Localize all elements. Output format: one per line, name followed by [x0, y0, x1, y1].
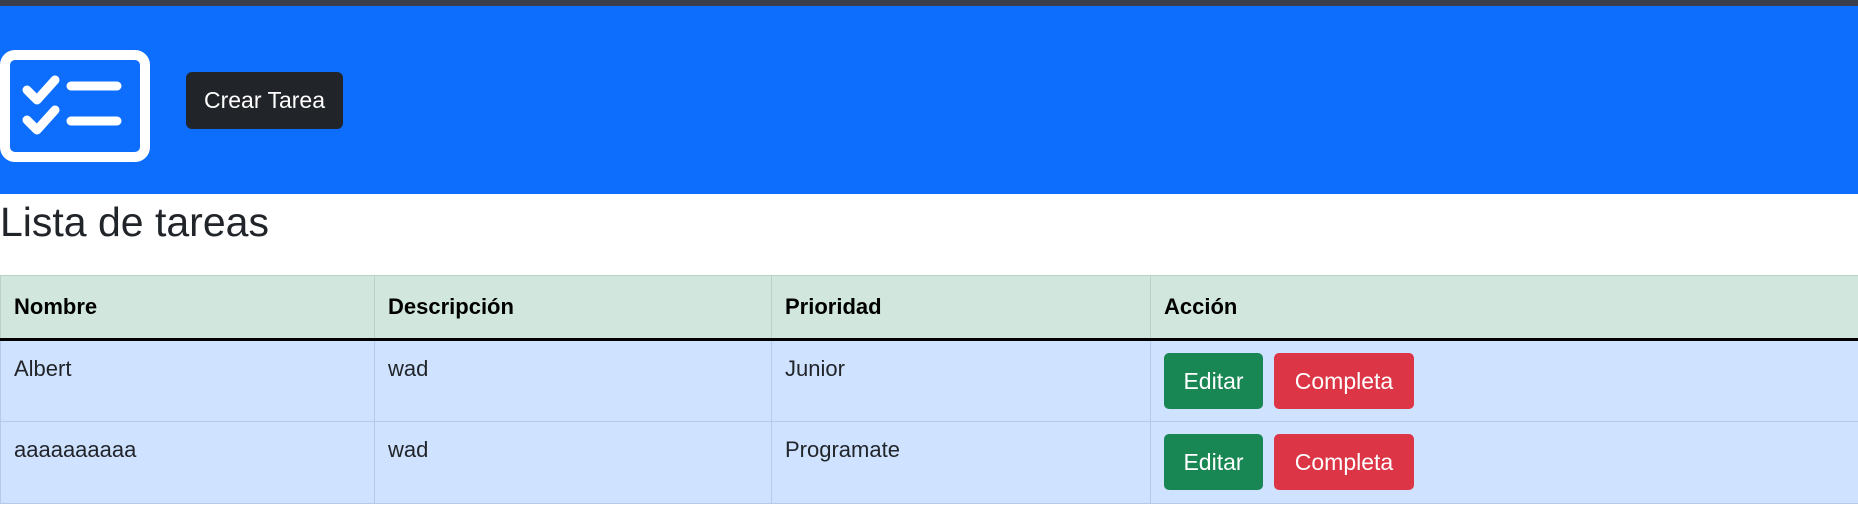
cell-actions: Editar Completa: [1150, 421, 1858, 504]
cell-nombre: Albert: [0, 339, 375, 422]
page-title: Lista de tareas: [0, 199, 269, 245]
create-task-button[interactable]: Crear Tarea: [186, 72, 343, 129]
table-header-row: Nombre Descripción Prioridad Acción: [0, 275, 1858, 341]
cell-prioridad: Junior: [771, 339, 1151, 422]
edit-button[interactable]: Editar: [1164, 434, 1263, 490]
cell-prioridad: Programate: [771, 421, 1151, 504]
column-header-accion: Acción: [1150, 275, 1858, 341]
edit-button[interactable]: Editar: [1164, 353, 1263, 409]
column-header-nombre: Nombre: [0, 275, 375, 341]
table-row: aaaaaaaaaa wad Programate Editar Completa: [0, 421, 1858, 504]
tasks-table: Nombre Descripción Prioridad Acción Albe…: [0, 275, 1858, 504]
navbar: Crear Tarea: [0, 6, 1858, 194]
column-header-prioridad: Prioridad: [771, 275, 1151, 341]
column-header-descripcion: Descripción: [374, 275, 772, 341]
checklist-icon[interactable]: [0, 50, 150, 162]
cell-descripcion: wad: [374, 339, 772, 422]
table-row: Albert wad Junior Editar Completa: [0, 339, 1858, 422]
cell-descripcion: wad: [374, 421, 772, 504]
complete-button[interactable]: Completa: [1274, 434, 1414, 490]
complete-button[interactable]: Completa: [1274, 353, 1414, 409]
cell-actions: Editar Completa: [1150, 339, 1858, 422]
cell-nombre: aaaaaaaaaa: [0, 421, 375, 504]
